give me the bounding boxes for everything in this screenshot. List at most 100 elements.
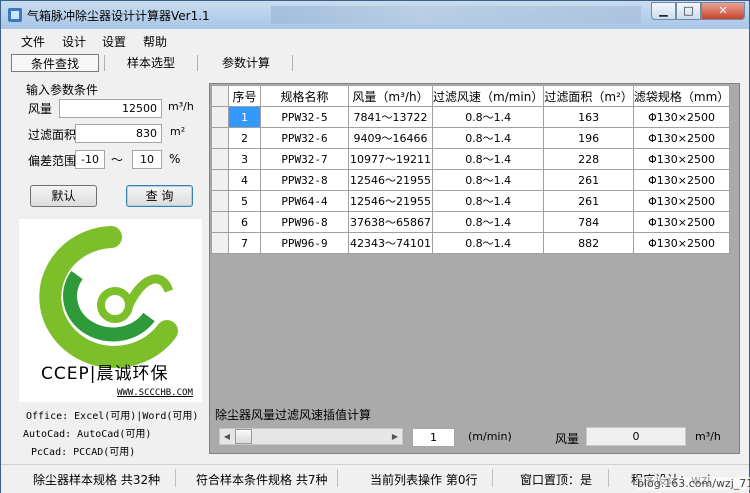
cell-index[interactable]: 4: [228, 169, 261, 191]
cell-bag-spec[interactable]: Φ130×2500: [632, 169, 731, 191]
table-row[interactable]: 6 PPW96-8 37638～65867 0.8～1.4 784 Φ130×2…: [211, 211, 731, 233]
col-header[interactable]: 滤袋规格（mm）: [632, 85, 731, 107]
menu-design[interactable]: 设计: [62, 33, 86, 50]
blog-watermark: blog.163.com/wzj_711: [637, 477, 750, 490]
row-header[interactable]: [211, 106, 229, 128]
filter-area-input[interactable]: 830: [75, 124, 162, 143]
cell-bag-spec[interactable]: Φ130×2500: [632, 127, 731, 149]
air-volume-label: 风量: [28, 102, 53, 116]
status-divider: [492, 469, 493, 487]
cell-filter-area[interactable]: 196: [543, 127, 634, 149]
table-header-row: 序号 规格名称 风量（m³/h） 过滤风速（m/min） 过滤面积（m²） 滤袋…: [211, 85, 731, 107]
cell-filter-area[interactable]: 784: [543, 211, 634, 233]
cell-air-volume[interactable]: 42343～74101: [348, 232, 433, 254]
row-header[interactable]: [211, 169, 229, 191]
cell-air-volume[interactable]: 37638～65867: [348, 211, 433, 233]
tab-sample-selection[interactable]: 样本选型: [109, 54, 193, 72]
menu-bar: 文件 设计 设置 帮助: [1, 30, 749, 50]
cell-spec[interactable]: PPW32-7: [260, 148, 349, 170]
cell-filter-area[interactable]: 882: [543, 232, 634, 254]
title-bar[interactable]: 气箱脉冲除尘器设计计算器Ver1.1 ▁ □ ✕: [1, 1, 749, 29]
cell-filter-speed[interactable]: 0.8～1.4: [431, 106, 545, 128]
tab-condition-search[interactable]: 条件查找: [11, 54, 99, 72]
slider-left-arrow-icon[interactable]: ◀: [220, 429, 234, 444]
speed-input[interactable]: 1: [412, 428, 455, 447]
cell-bag-spec[interactable]: Φ130×2500: [632, 190, 731, 212]
cell-filter-speed[interactable]: 0.8～1.4: [431, 190, 545, 212]
menu-file[interactable]: 文件: [21, 33, 45, 50]
table-row[interactable]: 7 PPW96-9 42343～74101 0.8～1.4 882 Φ130×2…: [211, 232, 731, 254]
slider-thumb[interactable]: [235, 429, 252, 444]
cell-air-volume[interactable]: 12546～21955: [348, 190, 433, 212]
slider-right-arrow-icon[interactable]: ▶: [388, 429, 402, 444]
autocad-support: AutoCad: AutoCad(可用): [23, 429, 152, 440]
filter-area-label: 过滤面积: [28, 128, 77, 142]
interp-air-output: 0: [586, 427, 686, 446]
cell-bag-spec[interactable]: Φ130×2500: [632, 106, 731, 128]
cell-spec[interactable]: PPW32-5: [260, 106, 349, 128]
app-window: 气箱脉冲除尘器设计计算器Ver1.1 ▁ □ ✕ 文件 设计 设置 帮助 条件查…: [0, 0, 750, 493]
cell-index[interactable]: 1: [228, 106, 261, 128]
cell-filter-speed[interactable]: 0.8～1.4: [431, 211, 545, 233]
tab-strip: 条件查找 样本选型 参数计算: [1, 51, 749, 75]
cell-air-volume[interactable]: 7841～13722: [348, 106, 433, 128]
col-header[interactable]: 过滤面积（m²）: [543, 85, 634, 107]
row-header[interactable]: [211, 127, 229, 149]
col-header[interactable]: 序号: [228, 85, 261, 107]
table-row[interactable]: 3 PPW32-7 10977～19211 0.8～1.4 228 Φ130×2…: [211, 148, 731, 170]
cell-bag-spec[interactable]: Φ130×2500: [632, 232, 731, 254]
cell-filter-area[interactable]: 261: [543, 190, 634, 212]
cell-bag-spec[interactable]: Φ130×2500: [632, 211, 731, 233]
cell-index[interactable]: 6: [228, 211, 261, 233]
deviation-range-label: 偏差范围: [28, 154, 77, 168]
default-button[interactable]: 默认: [30, 185, 97, 207]
cell-spec[interactable]: PPW32-6: [260, 127, 349, 149]
cell-air-volume[interactable]: 12546～21955: [348, 169, 433, 191]
table-row[interactable]: 2 PPW32-6 9409～16466 0.8～1.4 196 Φ130×25…: [211, 127, 731, 149]
office-support: Office: Excel(可用)|Word(可用): [26, 411, 199, 422]
pccad-support: PcCad: PCCAD(可用): [31, 447, 136, 458]
row-header[interactable]: [211, 211, 229, 233]
cell-index[interactable]: 5: [228, 190, 261, 212]
tab-parameter-calc[interactable]: 参数计算: [204, 54, 288, 72]
minimize-button[interactable]: ▁: [651, 2, 676, 20]
table-row[interactable]: 1 PPW32-5 7841～13722 0.8～1.4 163 Φ130×25…: [211, 106, 731, 128]
table-row[interactable]: 4 PPW32-8 12546～21955 0.8～1.4 261 Φ130×2…: [211, 169, 731, 191]
cell-filter-speed[interactable]: 0.8～1.4: [431, 127, 545, 149]
row-header[interactable]: [211, 190, 229, 212]
cell-filter-area[interactable]: 228: [543, 148, 634, 170]
row-header[interactable]: [211, 148, 229, 170]
speed-slider[interactable]: ◀ ▶: [219, 428, 403, 445]
table-row[interactable]: 5 PPW64-4 12546～21955 0.8～1.4 261 Φ130×2…: [211, 190, 731, 212]
cell-filter-speed[interactable]: 0.8～1.4: [431, 232, 545, 254]
cell-spec[interactable]: PPW96-8: [260, 211, 349, 233]
close-button[interactable]: ✕: [701, 2, 745, 20]
brand-text: CCEP|晨诚环保: [41, 364, 169, 384]
range-unit: %: [169, 152, 181, 166]
air-volume-input[interactable]: 12500: [59, 99, 162, 118]
cell-spec[interactable]: PPW64-4: [260, 190, 349, 212]
range-min-input[interactable]: -10: [75, 150, 105, 169]
query-button[interactable]: 查 询: [126, 185, 193, 207]
company-logo: CCEP|晨诚环保 WWW.SCCCHB.COM: [19, 219, 202, 402]
col-header[interactable]: 风量（m³/h）: [348, 85, 433, 107]
col-header[interactable]: 规格名称: [260, 85, 349, 107]
range-max-input[interactable]: 10: [132, 150, 162, 169]
cell-filter-area[interactable]: 163: [543, 106, 634, 128]
menu-help[interactable]: 帮助: [143, 33, 167, 50]
cell-index[interactable]: 2: [228, 127, 261, 149]
maximize-button[interactable]: □: [676, 2, 701, 20]
cell-index[interactable]: 7: [228, 232, 261, 254]
col-header[interactable]: 过滤风速（m/min）: [431, 85, 545, 107]
row-header[interactable]: [211, 232, 229, 254]
cell-filter-speed[interactable]: 0.8～1.4: [431, 148, 545, 170]
cell-filter-speed[interactable]: 0.8～1.4: [431, 169, 545, 191]
cell-air-volume[interactable]: 9409～16466: [348, 127, 433, 149]
cell-bag-spec[interactable]: Φ130×2500: [632, 148, 731, 170]
cell-filter-area[interactable]: 261: [543, 169, 634, 191]
cell-spec[interactable]: PPW32-8: [260, 169, 349, 191]
cell-air-volume[interactable]: 10977～19211: [348, 148, 433, 170]
cell-spec[interactable]: PPW96-9: [260, 232, 349, 254]
menu-settings[interactable]: 设置: [102, 33, 126, 50]
cell-index[interactable]: 3: [228, 148, 261, 170]
